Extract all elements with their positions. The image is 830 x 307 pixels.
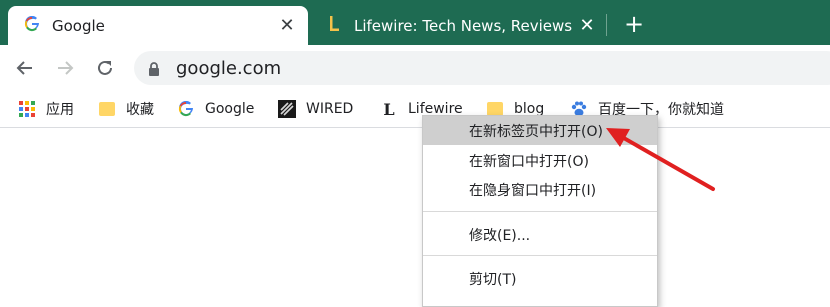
apps-grid-icon — [18, 100, 36, 118]
tab-google[interactable]: Google ✕ — [8, 6, 308, 45]
google-g-icon — [177, 100, 195, 118]
google-g-icon — [24, 15, 40, 36]
address-bar[interactable]: google.com — [134, 51, 830, 85]
tab-lifewire[interactable]: Lifewire: Tech News, Reviews, H ✕ — [316, 6, 606, 45]
tab-close-icon[interactable]: ✕ — [276, 14, 298, 36]
bookmarks-bar: 应用 收藏 Google WIRED L Lifewire blog 百度一下，… — [0, 91, 830, 128]
new-tab-plus-icon[interactable]: + — [620, 10, 648, 38]
tab-title: Lifewire: Tech News, Reviews, H — [354, 16, 572, 35]
back-arrow-icon[interactable] — [10, 53, 40, 83]
menu-item-edit[interactable]: 修改(E)... — [423, 220, 657, 249]
tab-close-icon[interactable]: ✕ — [576, 14, 598, 36]
bookmark-label: 收藏 — [126, 102, 154, 118]
tab-strip: Google ✕ Lifewire: Tech News, Reviews, H… — [0, 0, 830, 45]
bookmark-folder-favorites[interactable]: 收藏 — [98, 97, 154, 121]
folder-icon — [98, 100, 116, 118]
reload-icon[interactable] — [90, 53, 120, 83]
url-text: google.com — [176, 58, 282, 79]
menu-separator — [423, 211, 657, 212]
annotation-arrow-icon — [606, 128, 715, 191]
bookmark-wired[interactable]: WIRED — [278, 97, 353, 121]
menu-item-cut[interactable]: 剪切(T) — [423, 264, 657, 293]
tab-title: Google — [52, 16, 105, 35]
wired-icon — [278, 100, 296, 118]
menu-separator — [423, 255, 657, 256]
lifewire-l-icon: L — [383, 99, 395, 119]
bookmark-label: 应用 — [46, 102, 74, 118]
forward-arrow-icon[interactable] — [50, 53, 80, 83]
toolbar: google.com — [0, 45, 830, 91]
bookmark-label: Google — [205, 101, 255, 117]
bookmark-apps[interactable]: 应用 — [18, 97, 74, 121]
lifewire-l-icon — [326, 15, 342, 37]
bookmark-google[interactable]: Google — [177, 97, 254, 121]
tab-divider — [606, 14, 607, 36]
lock-icon[interactable] — [148, 61, 160, 80]
bookmark-label: WIRED — [306, 101, 354, 117]
